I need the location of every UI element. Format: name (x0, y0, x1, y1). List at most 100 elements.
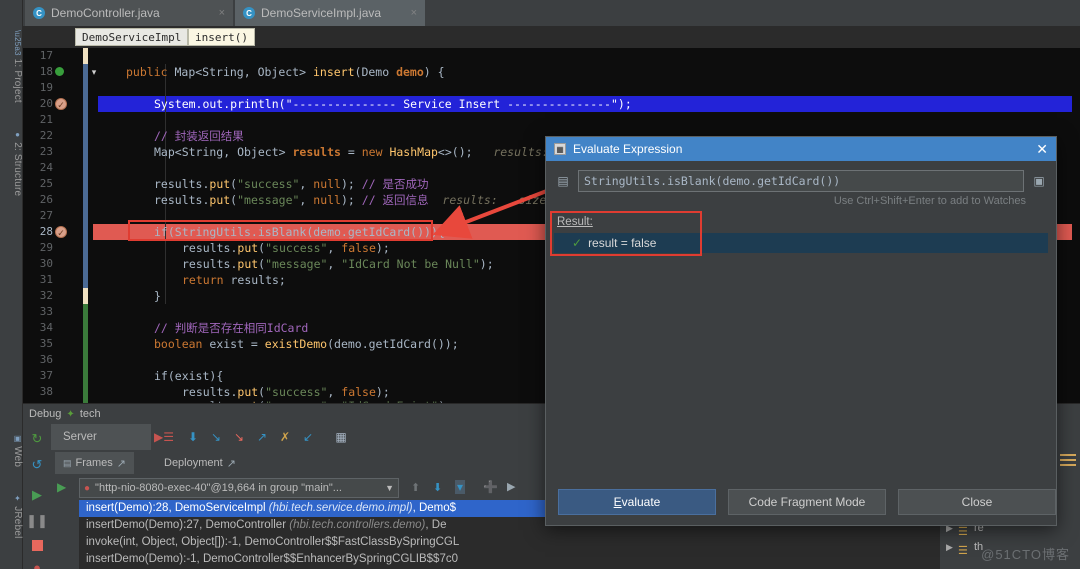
pin-icon: ↗ (117, 457, 126, 470)
line-number: 33 (23, 304, 53, 320)
code-line: return results; (182, 272, 286, 288)
sidebar-item-label: 2: Structure (12, 142, 23, 196)
step-into-icon[interactable]: ↘ (208, 429, 224, 445)
expression-row: ▤ StringUtils.isBlank(demo.getIdCard()) … (554, 169, 1048, 193)
run-to-cursor-icon[interactable]: ↙ (300, 429, 316, 445)
list-item[interactable]: insertDemo(Demo):-1, DemoController$$Enh… (79, 551, 940, 568)
line-number: 35 (23, 336, 53, 352)
tab-label: DemoServiceImpl.java (261, 6, 405, 20)
result-check-icon: ✓ (572, 236, 582, 250)
editor-gutter[interactable]: 17 18 19 20 21 22 23 24 25 26 27 28 29 3… (23, 48, 93, 403)
chevron-right-icon[interactable]: ▶ (946, 538, 953, 557)
line-number: 38 (23, 384, 53, 400)
resume-icon[interactable]: ▶ (57, 480, 66, 494)
tab-demoserviceimpl[interactable]: C DemoServiceImpl.java × (235, 0, 425, 26)
add-watch-icon[interactable]: ➕ (483, 480, 498, 494)
evaluate-button[interactable]: Evaluate (558, 489, 716, 515)
update-running-application-icon[interactable]: ↺ (28, 456, 46, 474)
result-row[interactable]: ✓ result = false (554, 233, 1048, 253)
line-number: 23 (23, 144, 53, 160)
chevron-down-icon[interactable]: ▼ (385, 483, 394, 493)
show-execution-point-icon[interactable]: ▶☰ (156, 429, 172, 445)
expression-text: StringUtils.isBlank(demo.getIdCard()) (584, 174, 840, 188)
code-line: } (154, 288, 161, 304)
frame-tail: , Demo$ (413, 502, 456, 514)
breadcrumb-method[interactable]: insert() (188, 28, 255, 46)
sidebar-item-jrebel[interactable]: ✦ JRebel (0, 492, 23, 541)
tab-server[interactable]: Server (51, 424, 151, 450)
rerun-icon[interactable]: ↻ (28, 430, 46, 448)
expression-mode-icon[interactable]: ▤ (554, 173, 572, 189)
thread-selector[interactable]: ● "http-nio-8080-exec-40"@19,664 in grou… (79, 478, 399, 498)
drop-frame-icon[interactable]: ✗ (277, 429, 293, 445)
jrebel-icon: ✦ (13, 494, 22, 503)
line-number: 32 (23, 288, 53, 304)
filter-icon[interactable]: ▾ (455, 480, 465, 494)
expression-input[interactable]: StringUtils.isBlank(demo.getIdCard()) (578, 170, 1024, 192)
change-marker (83, 64, 88, 288)
subtab-deployment[interactable]: Deployment ↗ (156, 452, 244, 474)
sidebar-item-label: Web (12, 446, 23, 467)
step-over-icon[interactable]: ⬇ (185, 429, 201, 445)
line-number: 37 (23, 368, 53, 384)
line-number: 36 (23, 352, 53, 368)
sidebar-item-project[interactable]: \u25a3 1: Project (0, 28, 23, 105)
view-breakpoints-icon[interactable]: ● (28, 558, 46, 569)
code-line: results.put("message", "IdCard Not be Nu… (182, 256, 494, 272)
list-item[interactable]: invoke(int, Object, Object[]):-1, DemoCo… (79, 534, 940, 551)
sidebar-item-web[interactable]: ▣ Web (0, 432, 23, 469)
move-up-icon[interactable]: ⬆ (411, 481, 420, 494)
resume-program-icon[interactable]: ▶ (28, 486, 46, 504)
thread-selector-value: "http-nio-8080-exec-40"@19,664 in group … (95, 482, 380, 494)
run-config-icon: ✦ (66, 409, 74, 420)
sidebar-item-structure[interactable]: ● 2: Structure (0, 128, 23, 198)
subtab-frames-label: Frames (76, 457, 113, 469)
tab-bar-empty-area (425, 0, 1080, 26)
expand-icon[interactable]: ▶ (507, 480, 515, 493)
debug-side-toolbar: ↻ ↺ ▶ ❚❚ ● (23, 424, 51, 569)
line-number: 20 (23, 96, 53, 112)
line-number: 26 (23, 192, 53, 208)
code-line: results.put("message", null); // 返回信息 re… (154, 192, 567, 208)
line-number: 22 (23, 128, 53, 144)
close-button-label: Close (962, 495, 993, 509)
breadcrumb-class[interactable]: DemoServiceImpl (75, 28, 188, 46)
evaluate-expression-dialog[interactable]: ▦ Evaluate Expression ✕ ▤ StringUtils.is… (545, 136, 1057, 526)
close-icon[interactable]: ✕ (1036, 141, 1048, 158)
editor-tab-bar: C DemoController.java × C DemoServiceImp… (23, 0, 1080, 26)
line-number: 17 (23, 48, 53, 64)
method-marker-icon[interactable] (55, 67, 64, 76)
menu-icon[interactable] (1060, 454, 1076, 468)
subtab-frames[interactable]: ▤ Frames ↗ (55, 452, 134, 474)
close-icon[interactable]: × (219, 7, 225, 19)
close-icon[interactable]: × (411, 7, 417, 19)
close-button[interactable]: Close (898, 489, 1056, 515)
code-line: Map<String, Object> results = new HashMa… (154, 144, 576, 160)
expand-editor-icon[interactable]: ▣ (1030, 173, 1048, 189)
evaluate-expression-icon[interactable]: ▦ (333, 429, 349, 445)
java-class-icon: C (243, 7, 255, 19)
debug-title-label: Debug (29, 408, 61, 420)
breakpoint-verified-icon[interactable]: ✓ (55, 226, 67, 238)
structure-icon: ● (13, 130, 22, 139)
breakpoint-verified-icon[interactable]: ✓ (55, 98, 67, 110)
code-fragment-mode-button[interactable]: Code Fragment Mode (728, 489, 886, 515)
change-marker (83, 288, 88, 304)
frame-tail: , De (425, 519, 446, 531)
tab-server-label: Server (63, 431, 97, 443)
code-line: results.put("success", null); // 是否成功 (154, 176, 429, 192)
tab-democontroller[interactable]: C DemoController.java × (25, 0, 233, 26)
step-out-icon[interactable]: ↗ (254, 429, 270, 445)
evaluate-button-label-rest: valuate (622, 495, 661, 509)
line-number: 31 (23, 272, 53, 288)
stop-icon[interactable] (28, 536, 46, 554)
force-step-into-icon[interactable]: ↘ (231, 429, 247, 445)
result-tree-body[interactable] (554, 253, 1048, 477)
frame-text: invoke(int, Object, Object[]):-1, DemoCo… (86, 536, 459, 548)
line-number: 18 (23, 64, 53, 80)
editor-scrollbar[interactable] (1072, 48, 1080, 403)
pause-program-icon[interactable]: ❚❚ (28, 512, 46, 530)
result-value: result = false (588, 236, 656, 250)
move-down-icon[interactable]: ⬇ (433, 481, 442, 494)
thread-icon: ● (84, 483, 90, 494)
